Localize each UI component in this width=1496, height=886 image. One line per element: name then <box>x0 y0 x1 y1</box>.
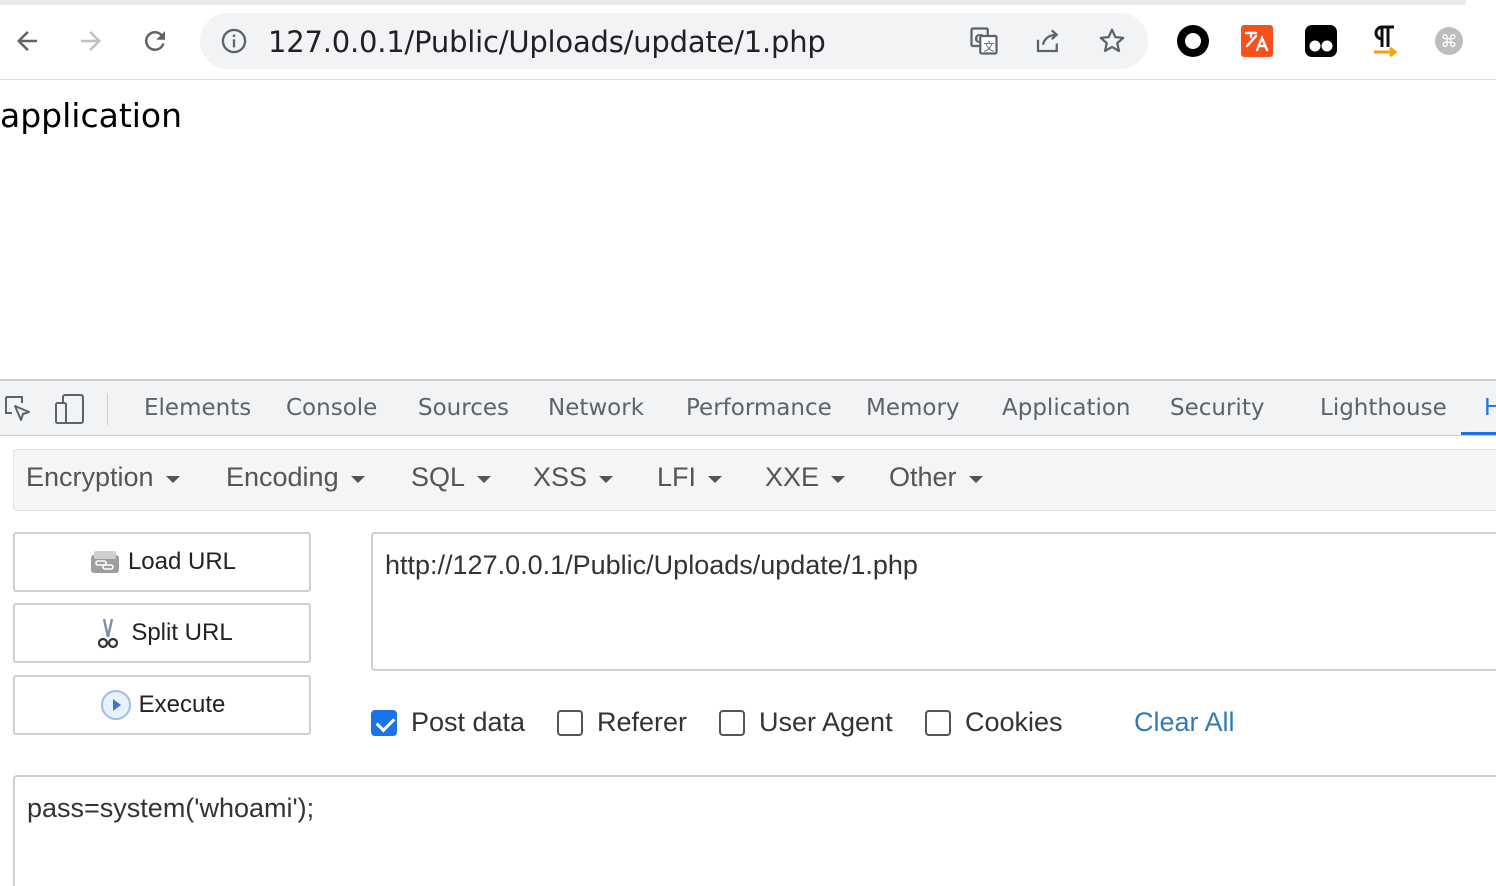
tab-application[interactable]: Application <box>1002 395 1131 421</box>
devtools-toolbar-divider <box>107 393 108 425</box>
clear-all-link[interactable]: Clear All <box>1134 707 1235 738</box>
svg-text:文: 文 <box>983 39 994 53</box>
execute-label: Execute <box>138 691 226 718</box>
tampermonkey-icon <box>1305 25 1337 57</box>
back-button[interactable] <box>8 22 46 60</box>
arrow-left-icon <box>17 31 37 51</box>
caret-down-icon <box>350 476 365 483</box>
post-data-checkbox[interactable] <box>371 709 397 736</box>
user-agent-checkbox[interactable] <box>719 709 745 736</box>
bookmark-button[interactable] <box>1096 25 1128 57</box>
tab-lighthouse[interactable]: Lighthouse <box>1320 395 1447 421</box>
tampermonkey-button[interactable] <box>1304 24 1338 58</box>
scissors-icon <box>91 616 125 650</box>
user-agent-label: User Agent <box>759 707 893 737</box>
referer-label: Referer <box>597 707 688 737</box>
tab-console[interactable]: Console <box>286 395 377 421</box>
pilcrow-extension-button[interactable] <box>1368 24 1402 58</box>
menu-sql-label: SQL <box>411 462 466 492</box>
tab-strip-edge <box>0 0 1466 5</box>
load-url-button[interactable]: Load URL <box>13 532 311 592</box>
arrow-right-icon <box>81 31 101 51</box>
menu-xss-label: XSS <box>533 462 588 492</box>
menu-lfi-label: LFI <box>657 462 697 492</box>
pilcrow-extension-icon <box>1374 25 1398 58</box>
address-bar[interactable]: 127.0.0.1/Public/Uploads/update/1.php G文 <box>200 13 1148 69</box>
menu-encoding-label: Encoding <box>226 462 339 492</box>
circle-extension-button[interactable] <box>1176 24 1210 58</box>
menu-xxe[interactable]: XXE <box>765 462 846 493</box>
tab-network[interactable]: Network <box>548 395 644 421</box>
caret-down-icon <box>165 476 180 483</box>
svg-text:⌘: ⌘ <box>1441 32 1458 52</box>
menu-encryption[interactable]: Encryption <box>26 462 180 493</box>
address-bar-url[interactable]: 127.0.0.1/Public/Uploads/update/1.php <box>268 25 826 59</box>
translate-icon: G文 <box>970 27 998 55</box>
reload-button[interactable] <box>136 22 174 60</box>
active-tab-indicator <box>1461 432 1496 435</box>
command-extension-button[interactable]: ⌘ <box>1432 24 1466 58</box>
caret-down-icon <box>599 476 614 483</box>
tab-performance[interactable]: Performance <box>686 395 832 421</box>
caret-down-icon <box>477 476 492 483</box>
post-data-value[interactable]: pass=system('whoami'); <box>27 793 314 824</box>
referer-checkbox[interactable] <box>557 709 583 736</box>
page-body-text: application <box>0 96 183 135</box>
execute-button[interactable]: Execute <box>13 675 311 735</box>
load-url-icon <box>88 545 122 579</box>
menu-encryption-label: Encryption <box>26 462 154 492</box>
inspect-element-icon[interactable] <box>2 393 34 425</box>
share-icon <box>1036 29 1059 53</box>
device-toolbar-icon[interactable] <box>54 393 86 425</box>
devtools-panel: Elements Console Sources Network Perform… <box>0 379 1496 886</box>
browser-toolbar: 127.0.0.1/Public/Uploads/update/1.php G文… <box>0 0 1496 80</box>
forward-button[interactable] <box>72 22 110 60</box>
translate-extension-icon <box>1241 25 1273 57</box>
post-data-label: Post data <box>411 707 526 737</box>
url-textarea-value[interactable]: http://127.0.0.1/Public/Uploads/update/1… <box>385 550 918 581</box>
menu-lfi[interactable]: LFI <box>657 462 723 493</box>
caret-down-icon <box>968 476 983 483</box>
circle-extension-icon <box>1177 25 1209 57</box>
reload-icon <box>144 30 165 51</box>
caret-down-icon <box>708 476 723 483</box>
menu-other-label: Other <box>889 462 957 492</box>
tab-security[interactable]: Security <box>1170 395 1264 421</box>
translate-extension-button[interactable] <box>1240 24 1274 58</box>
load-url-label: Load URL <box>127 548 237 575</box>
share-button[interactable] <box>1032 25 1064 57</box>
command-extension-icon: ⌘ <box>1435 27 1463 55</box>
tab-memory[interactable]: Memory <box>866 395 960 421</box>
star-icon <box>1099 28 1125 53</box>
cookies-label: Cookies <box>965 707 1063 737</box>
menu-encoding[interactable]: Encoding <box>226 462 365 493</box>
devtools-tab-bar: Elements Console Sources Network Perform… <box>0 381 1496 436</box>
caret-down-icon <box>831 476 846 483</box>
referer-option[interactable]: Referer <box>557 707 687 738</box>
user-agent-option[interactable]: User Agent <box>719 707 893 738</box>
split-url-label: Split URL <box>131 619 233 646</box>
url-textarea[interactable]: http://127.0.0.1/Public/Uploads/update/1… <box>371 532 1496 671</box>
translate-button[interactable]: G文 <box>968 25 1000 57</box>
menu-xss[interactable]: XSS <box>533 462 614 493</box>
tab-hackbar[interactable]: H <box>1484 395 1496 421</box>
menu-xxe-label: XXE <box>765 462 820 492</box>
cookies-checkbox[interactable] <box>925 709 951 736</box>
play-circle-icon <box>99 688 133 722</box>
post-data-textarea[interactable]: pass=system('whoami'); <box>13 775 1496 886</box>
cookies-option[interactable]: Cookies <box>925 707 1063 738</box>
tab-sources[interactable]: Sources <box>418 395 509 421</box>
split-url-button[interactable]: Split URL <box>13 603 311 663</box>
tab-elements[interactable]: Elements <box>144 395 251 421</box>
menu-other[interactable]: Other <box>889 462 983 493</box>
post-data-option[interactable]: Post data <box>371 707 525 738</box>
hackbar-menu-bar: Encryption Encoding SQL XSS LFI XXE Othe… <box>13 449 1496 511</box>
info-icon[interactable] <box>220 27 248 55</box>
menu-sql[interactable]: SQL <box>411 462 492 493</box>
